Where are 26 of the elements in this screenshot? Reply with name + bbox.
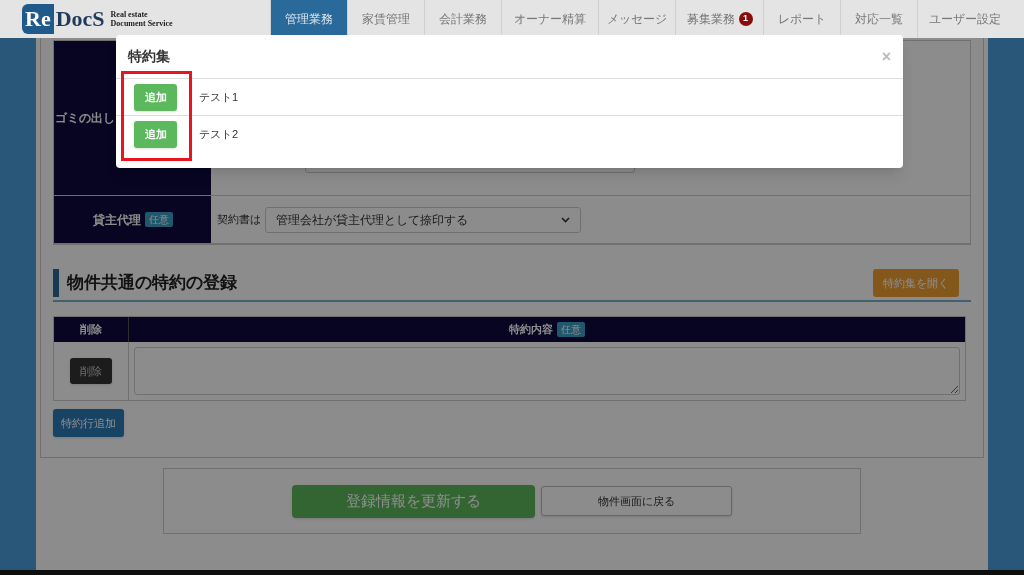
nav-tab[interactable]: 管理業務 bbox=[270, 0, 347, 38]
modal-title: 特約集 bbox=[128, 47, 170, 66]
add-button[interactable]: 追加 bbox=[134, 83, 177, 111]
heading-accent-bar bbox=[53, 269, 59, 297]
logo-tagline: Real estate bbox=[110, 10, 149, 19]
field-prefix: 契約書は bbox=[217, 212, 261, 228]
form-label-cell: 貸主代理 任意 bbox=[54, 196, 211, 243]
update-button[interactable]: 登録情報を更新する bbox=[292, 484, 535, 518]
chevron-down-icon bbox=[561, 216, 570, 223]
select-dropdown[interactable]: 管理会社が貸主代理として捺印する bbox=[265, 206, 581, 233]
add-button[interactable]: 追加 bbox=[134, 121, 177, 148]
logo-mark: Re bbox=[22, 4, 54, 34]
logo-wordmark: DocS bbox=[54, 5, 105, 33]
optional-badge: 任意 bbox=[557, 322, 585, 337]
add-row-button[interactable]: 特約行追加 bbox=[53, 409, 124, 437]
back-button[interactable]: 物件画面に戻る bbox=[541, 486, 732, 516]
text-area[interactable] bbox=[134, 347, 960, 395]
open-collection-button[interactable]: 特約集を開く bbox=[873, 269, 959, 297]
column-header: 削除 bbox=[54, 317, 129, 342]
optional-badge: 任意 bbox=[144, 212, 173, 227]
section-title: 物件共通の特約の登録 bbox=[67, 272, 237, 295]
delete-button[interactable]: 削除 bbox=[70, 358, 112, 384]
close-button[interactable]: × bbox=[881, 48, 891, 65]
logo-tagline: Document Service bbox=[110, 19, 173, 28]
column-header: 特約内容 任意 bbox=[129, 317, 965, 342]
count-badge: 1 bbox=[738, 12, 753, 26]
